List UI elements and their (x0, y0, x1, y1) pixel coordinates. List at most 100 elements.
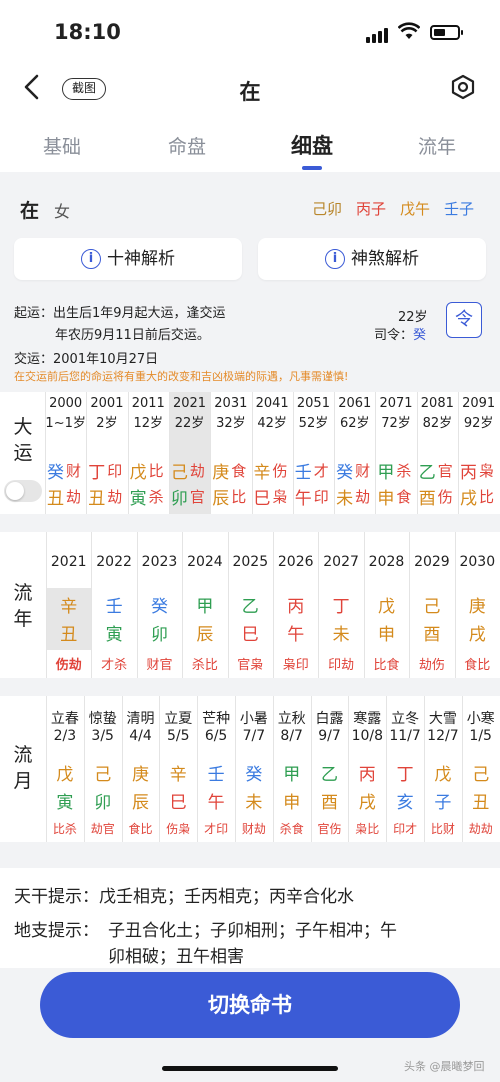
liuyue-column[interactable]: 立冬 11/7 丁亥印才 (386, 696, 424, 842)
column-divider (310, 696, 312, 842)
liunian-column[interactable]: 2028 戊申比食 (364, 532, 409, 678)
liunian-gan: 丙 (287, 597, 305, 617)
dayun-column[interactable]: 2000 1~1岁癸丑财劫 (45, 392, 86, 514)
dayun-label: 大运 (8, 414, 38, 466)
liunian-shishen: 食比 (464, 658, 491, 673)
liunian-column[interactable]: 2022 壬寅才杀 (91, 532, 136, 678)
column-divider (251, 392, 253, 514)
dayun-shishen-gan: 伤 (272, 462, 288, 480)
liuyue-date: 12/7 (427, 728, 459, 744)
dayun-column[interactable]: 2061 62岁癸未财劫 (334, 392, 375, 514)
qiyun-line-2: 年农历9月11日前后交运。 (55, 328, 210, 343)
settings-hexagon-icon[interactable] (450, 74, 476, 107)
dayun-shishen-zhi: 劫 (66, 488, 82, 506)
dayun-column[interactable]: 2021 22岁己卯劫官 (168, 392, 211, 514)
liunian-column[interactable]: 2026 丙午枭印 (273, 532, 318, 678)
dizhi-hint-label: 地支提示： (14, 921, 99, 941)
dayun-shishen-gan: 官 (437, 462, 453, 480)
dayun-shishen-gan: 杀 (396, 462, 412, 480)
liuyue-column[interactable]: 寒露 10/8 丙戌枭比 (348, 696, 386, 842)
liunian-shishen: 财官 (146, 658, 173, 673)
info-icon: i (325, 249, 345, 269)
dayun-year: 2071 (379, 396, 413, 411)
liuyue-column[interactable]: 立秋 8/7 甲申杀食 (273, 696, 311, 842)
liunian-zhi: 戌 (468, 625, 486, 645)
dayun-zhi: 申 (377, 489, 395, 509)
person-name: 在 (20, 200, 40, 222)
jiaoyun-date: 交运：2001年10月27日 (14, 352, 159, 367)
dayun-column[interactable]: 2001 2岁丁丑印劫 (86, 392, 127, 514)
dayun-gan: 辛 (253, 463, 271, 483)
dayun-column[interactable]: 2051 52岁壬午才印 (293, 392, 334, 514)
liunian-column[interactable]: 2027 丁未印劫 (318, 532, 363, 678)
shishen-analysis-button[interactable]: i 十神解析 (14, 238, 242, 280)
liunian-column[interactable]: 2030 庚戌食比 (455, 532, 500, 678)
siling-ling-icon[interactable]: 令 (446, 302, 482, 338)
column-divider (121, 696, 123, 842)
tab-xipan[interactable]: 细盘 (272, 130, 352, 160)
liuyue-column[interactable]: 惊蛰 3/5 己卯劫官 (84, 696, 122, 842)
liuyue-column[interactable]: 小寒 1/5 己丑劫劫 (462, 696, 500, 842)
tab-basic[interactable]: 基础 (22, 132, 102, 159)
liunian-column[interactable]: 2021 辛丑伤劫 (46, 532, 92, 678)
liunian-column[interactable]: 2024 甲辰杀比 (182, 532, 227, 678)
dayun-shishen-gan: 食 (231, 462, 247, 480)
liunian-column[interactable]: 2025 乙巳官枭 (228, 532, 273, 678)
column-divider (375, 392, 377, 514)
liunian-year: 2026 (277, 554, 314, 570)
liunian-year: 2024 (187, 554, 223, 570)
dayun-shishen-zhi: 劫 (107, 488, 123, 506)
liunian-zhi: 酉 (423, 625, 441, 645)
dayun-column[interactable]: 2041 42岁辛巳伤枭 (252, 392, 293, 514)
liuyue-solar-term: 白露 (315, 711, 344, 727)
liunian-gan: 乙 (241, 597, 259, 617)
liunian-panel: 流年 2021 辛丑伤劫 2022 壬寅才杀 2023 癸卯财官 2024 甲辰杀比 2025 乙… (0, 532, 500, 678)
liuyue-column[interactable]: 小暑 7/7 癸未财劫 (235, 696, 273, 842)
tab-mingpan[interactable]: 命盘 (147, 132, 227, 159)
liuyue-column[interactable]: 芒种 6/5 壬午才印 (197, 696, 235, 842)
person-gender: 女 (54, 202, 71, 221)
liuyue-gan: 己 (472, 765, 490, 785)
tiangan-hint-text: 戊壬相克；壬丙相克；丙辛合化水 (99, 887, 354, 907)
liuyue-solar-term: 立秋 (277, 711, 306, 727)
shensha-analysis-button[interactable]: i 神煞解析 (258, 238, 486, 280)
column-divider (45, 392, 46, 514)
liunian-zhi: 未 (332, 625, 350, 645)
liunian-zhi: 寅 (105, 625, 123, 645)
dayun-column[interactable]: 2071 72岁甲申杀食 (375, 392, 416, 514)
dayun-zhi: 巳 (253, 489, 271, 509)
dayun-age: 1~1岁 (45, 416, 86, 431)
liunian-column[interactable]: 2023 癸卯财官 (137, 532, 182, 678)
liuyue-gan: 庚 (131, 765, 149, 785)
liuyue-shishen: 官伤 (317, 822, 342, 836)
liuyue-label-text: 流月 (13, 744, 33, 792)
column-divider (386, 696, 388, 842)
switch-mingshu-button[interactable]: 切换命书 (40, 972, 460, 1038)
liunian-gan: 戊 (377, 597, 395, 617)
column-divider (409, 532, 411, 678)
liuyue-column[interactable]: 立春 2/3 戊寅比杀 (46, 696, 84, 842)
liuyue-column[interactable]: 白露 9/7 乙酉官伤 (311, 696, 349, 842)
liunian-shishen: 比食 (373, 658, 400, 673)
liuyue-column[interactable]: 清明 4/4 庚辰食比 (122, 696, 160, 842)
liuyue-column[interactable]: 大雪 12/7 戊子比财 (424, 696, 462, 842)
liuyue-column[interactable]: 立夏 5/5 辛巳伤枭 (159, 696, 197, 842)
dayun-column[interactable]: 2011 12岁戊寅比杀 (128, 392, 169, 514)
column-divider (86, 392, 88, 514)
column-divider (210, 392, 212, 514)
liunian-gan: 己 (423, 597, 441, 617)
liunian-column[interactable]: 2029 己酉劫伤 (409, 532, 454, 678)
liuyue-zhi: 卯 (94, 793, 112, 813)
liuyue-date: 10/8 (351, 728, 384, 744)
dayun-column[interactable]: 2091 92岁丙戌枭比 (458, 392, 499, 514)
liuyue-shishen: 比财 (430, 822, 455, 836)
dayun-column[interactable]: 2031 32岁庚辰食比 (210, 392, 251, 514)
liunian-shishen: 劫伤 (418, 658, 445, 673)
tab-liunian[interactable]: 流年 (397, 132, 477, 159)
liuyue-shishen: 伤枭 (166, 822, 191, 836)
column-divider (348, 696, 350, 842)
dayun-toggle[interactable] (4, 480, 42, 502)
dayun-column[interactable]: 2081 82岁乙酉官伤 (417, 392, 458, 514)
dizhi-hint-line-2: 卯相破；丑午相害 (108, 947, 244, 967)
column-divider (454, 532, 456, 678)
